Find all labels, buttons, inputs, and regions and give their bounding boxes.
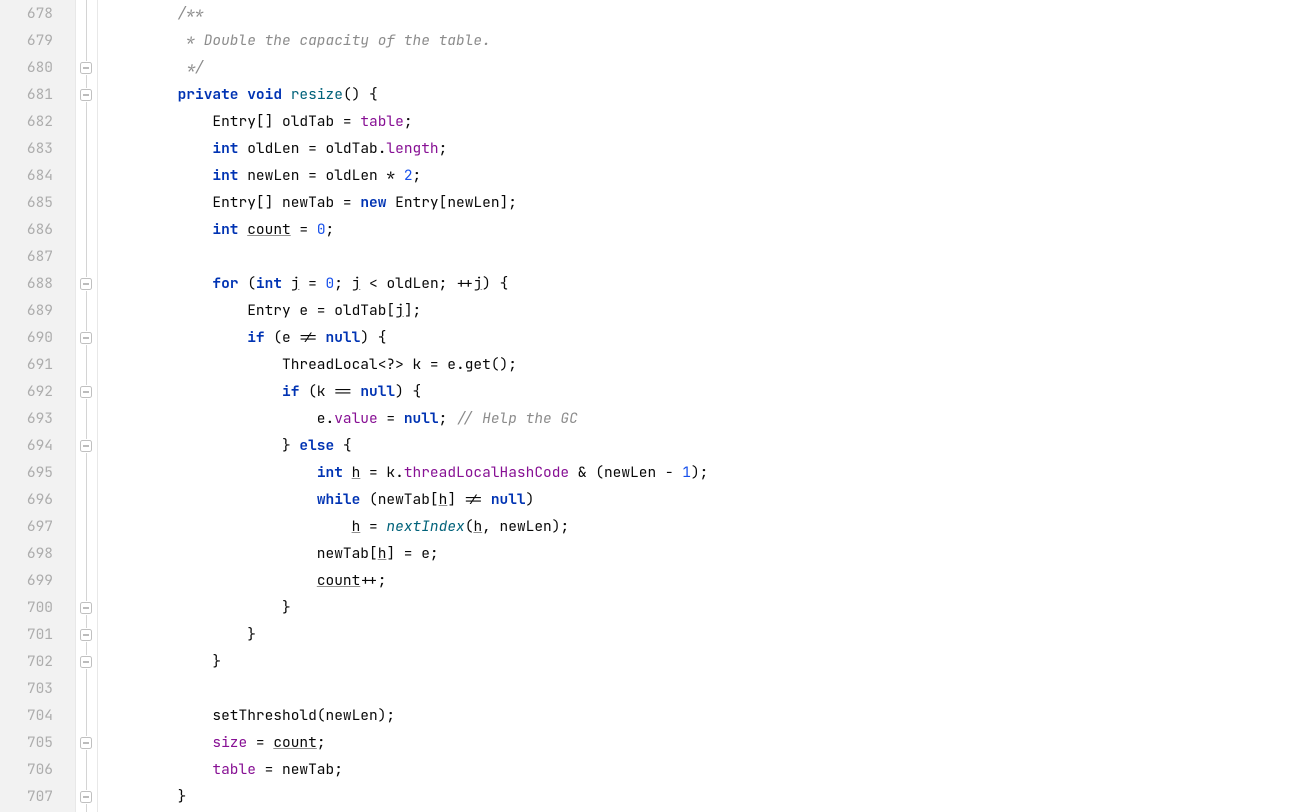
- fold-marker-icon[interactable]: [79, 439, 93, 453]
- code-line[interactable]: while (newTab[h] != null): [108, 486, 1294, 513]
- line-number: 684: [0, 162, 53, 189]
- line-number: 686: [0, 216, 53, 243]
- code-line[interactable]: for (int j = 0; j < oldLen; ++j) {: [108, 270, 1294, 297]
- line-number: 678: [0, 0, 53, 27]
- line-number: 679: [0, 27, 53, 54]
- fold-marker-icon[interactable]: [79, 331, 93, 345]
- fold-marker-icon[interactable]: [79, 790, 93, 804]
- line-number: 699: [0, 567, 53, 594]
- line-number: 682: [0, 108, 53, 135]
- line-number: 694: [0, 432, 53, 459]
- code-line[interactable]: Entry[] newTab = new Entry[newLen];: [108, 189, 1294, 216]
- code-line[interactable]: }: [108, 648, 1294, 675]
- code-line[interactable]: int newLen = oldLen * 2;: [108, 162, 1294, 189]
- line-number: 692: [0, 378, 53, 405]
- code-line[interactable]: private void resize() {: [108, 81, 1294, 108]
- code-line[interactable]: ThreadLocal<?> k = e.get();: [108, 351, 1294, 378]
- code-line[interactable]: [108, 675, 1294, 702]
- line-number: 697: [0, 513, 53, 540]
- fold-marker-icon[interactable]: [79, 385, 93, 399]
- fold-marker-icon[interactable]: [79, 88, 93, 102]
- code-line[interactable]: } else {: [108, 432, 1294, 459]
- code-line[interactable]: Entry[] oldTab = table;: [108, 108, 1294, 135]
- line-number: 681: [0, 81, 53, 108]
- fold-marker-icon[interactable]: [79, 628, 93, 642]
- code-line[interactable]: * Double the capacity of the table.: [108, 27, 1294, 54]
- code-line[interactable]: setThreshold(newLen);: [108, 702, 1294, 729]
- code-line[interactable]: count++;: [108, 567, 1294, 594]
- code-line[interactable]: newTab[h] = e;: [108, 540, 1294, 567]
- fold-marker-icon[interactable]: [79, 277, 93, 291]
- code-line[interactable]: /**: [108, 0, 1294, 27]
- line-number: 700: [0, 594, 53, 621]
- fold-marker-icon[interactable]: [79, 736, 93, 750]
- fold-marker-icon[interactable]: [79, 655, 93, 669]
- fold-marker-icon[interactable]: [79, 601, 93, 615]
- code-line[interactable]: int h = k.threadLocalHashCode & (newLen …: [108, 459, 1294, 486]
- code-line[interactable]: */: [108, 54, 1294, 81]
- line-number: 691: [0, 351, 53, 378]
- line-number: 702: [0, 648, 53, 675]
- code-line[interactable]: h = nextIndex(h, newLen);: [108, 513, 1294, 540]
- line-number: 683: [0, 135, 53, 162]
- line-number: 687: [0, 243, 53, 270]
- line-number: 688: [0, 270, 53, 297]
- code-line[interactable]: int oldLen = oldTab.length;: [108, 135, 1294, 162]
- line-number: 701: [0, 621, 53, 648]
- code-line[interactable]: Entry e = oldTab[j];: [108, 297, 1294, 324]
- line-number: 690: [0, 324, 53, 351]
- line-number: 693: [0, 405, 53, 432]
- line-number: 698: [0, 540, 53, 567]
- line-number: 704: [0, 702, 53, 729]
- line-number: 707: [0, 783, 53, 810]
- code-line[interactable]: }: [108, 621, 1294, 648]
- code-line[interactable]: table = newTab;: [108, 756, 1294, 783]
- code-line[interactable]: e.value = null; // Help the GC: [108, 405, 1294, 432]
- line-number: 705: [0, 729, 53, 756]
- line-number: 703: [0, 675, 53, 702]
- line-number: 706: [0, 756, 53, 783]
- code-area[interactable]: /** * Double the capacity of the table. …: [98, 0, 1294, 812]
- line-number: 689: [0, 297, 53, 324]
- line-number: 696: [0, 486, 53, 513]
- code-line[interactable]: int count = 0;: [108, 216, 1294, 243]
- line-number: 685: [0, 189, 53, 216]
- line-number: 680: [0, 54, 53, 81]
- line-number-gutter: 6786796806816826836846856866876886896906…: [0, 0, 76, 812]
- code-line[interactable]: }: [108, 783, 1294, 810]
- code-line[interactable]: }: [108, 594, 1294, 621]
- fold-guide-line: [86, 0, 87, 812]
- code-line[interactable]: if (k == null) {: [108, 378, 1294, 405]
- code-line[interactable]: [108, 243, 1294, 270]
- fold-column[interactable]: [76, 0, 98, 812]
- code-line[interactable]: if (e != null) {: [108, 324, 1294, 351]
- line-number: 695: [0, 459, 53, 486]
- code-editor: 6786796806816826836846856866876886896906…: [0, 0, 1294, 812]
- fold-marker-icon[interactable]: [79, 61, 93, 75]
- code-line[interactable]: size = count;: [108, 729, 1294, 756]
